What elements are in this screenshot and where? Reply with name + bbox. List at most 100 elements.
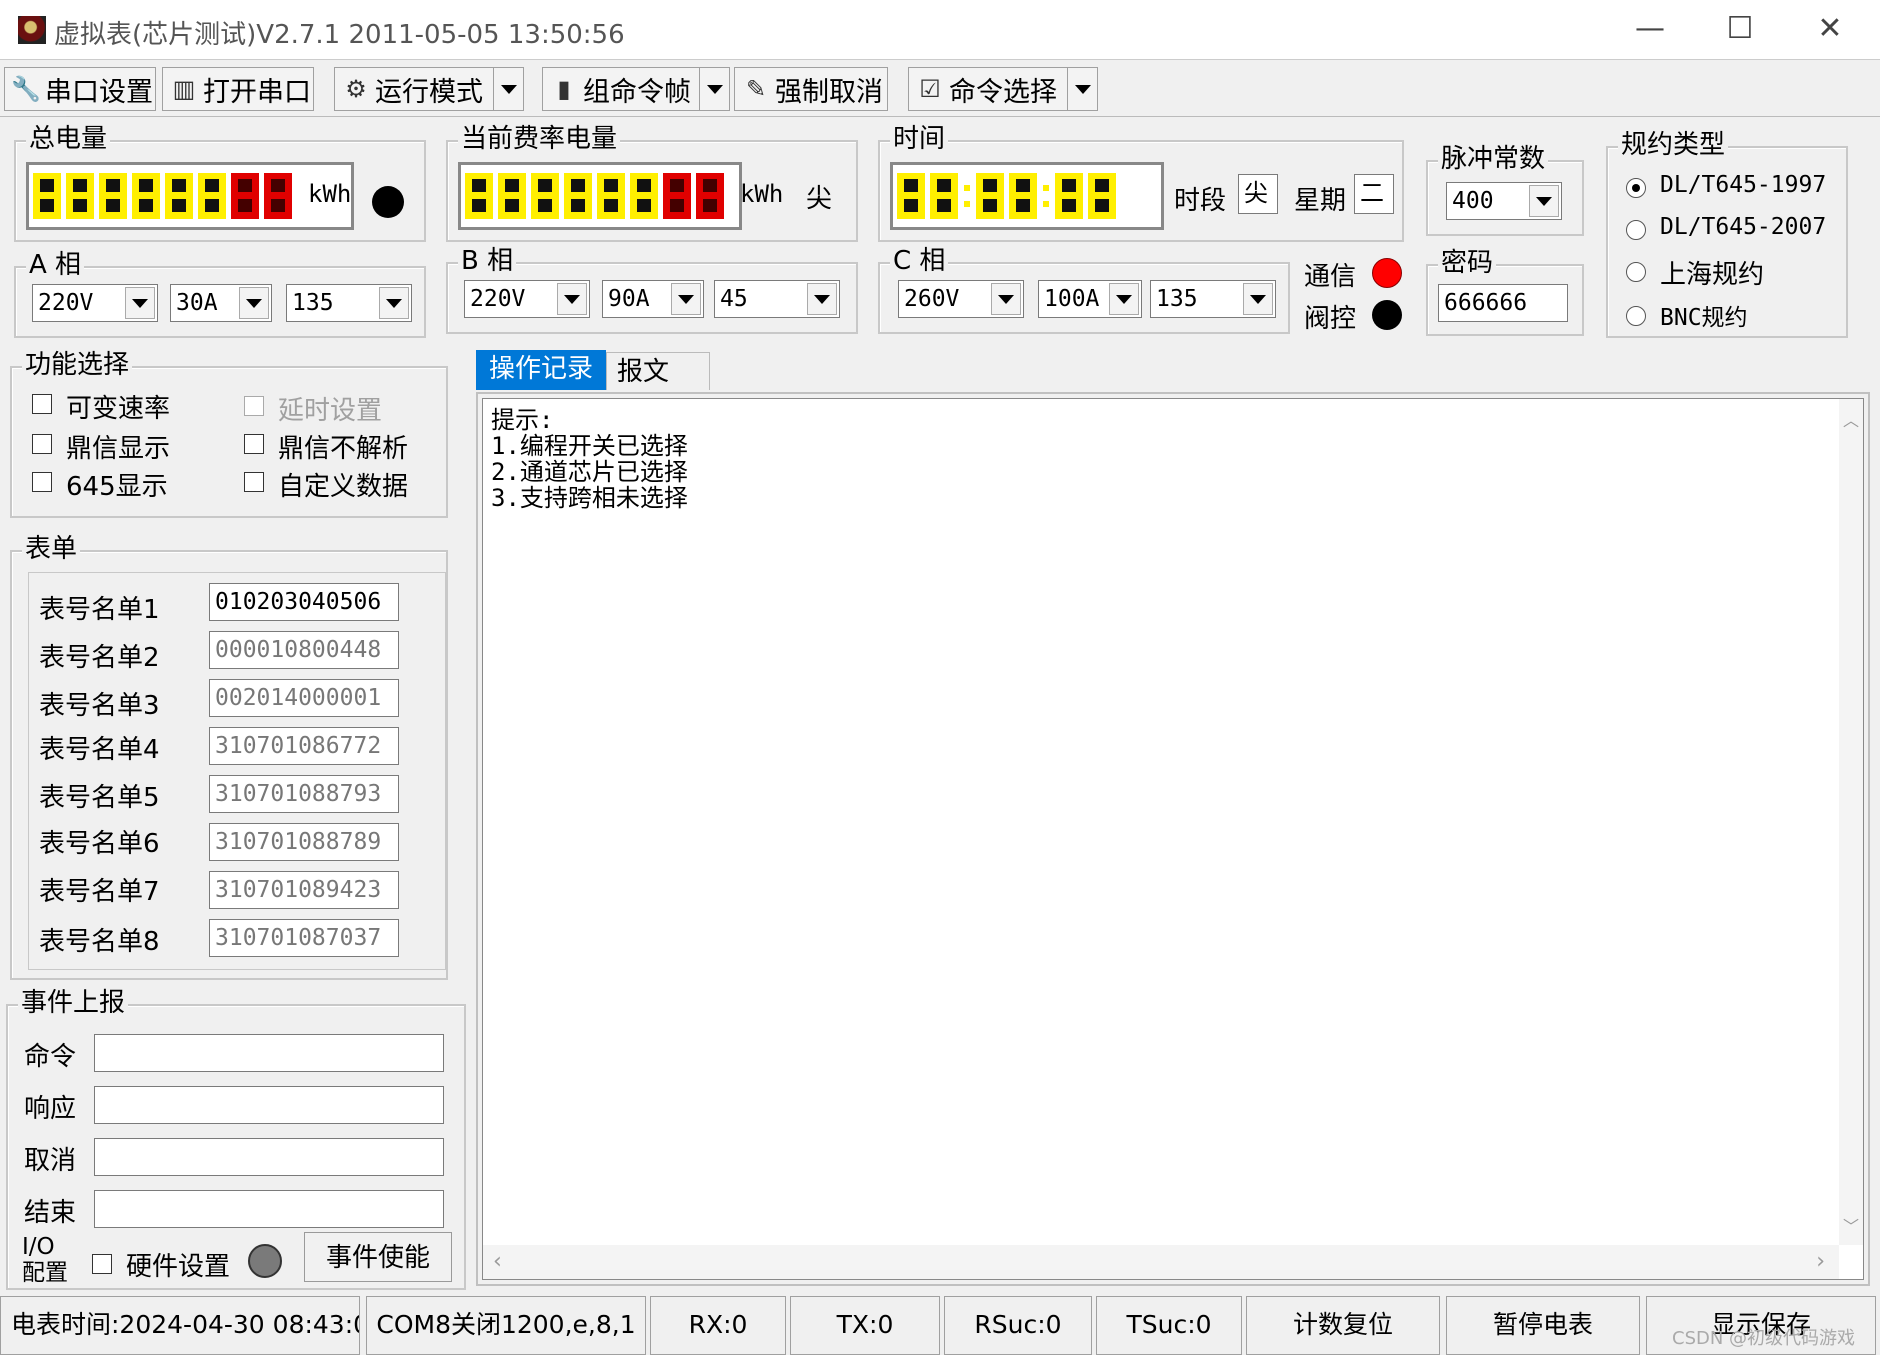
phase-b-current-select[interactable]: 90A bbox=[602, 280, 704, 318]
open-port-button[interactable]: ▥ 打开串口 bbox=[162, 67, 314, 111]
password-label: 密码 bbox=[1438, 248, 1497, 278]
flashlight-icon: ▮ bbox=[557, 75, 571, 103]
hardware-setting-checkbox[interactable] bbox=[92, 1254, 112, 1274]
chevron-down-icon[interactable] bbox=[379, 287, 409, 319]
phase-b-voltage-select[interactable]: 220V bbox=[464, 280, 590, 318]
chevron-down-icon[interactable] bbox=[557, 283, 587, 315]
meter-number-input[interactable]: 310701088789 bbox=[209, 823, 399, 861]
phase-b-voltage: 220V bbox=[470, 286, 526, 312]
port-status: COM8关闭1200,e,8,1 bbox=[366, 1296, 646, 1355]
pulse-label: 脉冲常数 bbox=[1438, 144, 1549, 174]
log-line: 3.支持跨相未选择 bbox=[491, 484, 688, 512]
delay-setting-checkbox[interactable] bbox=[244, 396, 264, 416]
phase-c-voltage-select[interactable]: 260V bbox=[898, 280, 1024, 318]
force-cancel-button[interactable]: ✎ 强制取消 bbox=[734, 67, 888, 111]
compose-frame-button[interactable]: ▮ 组命令帧 bbox=[542, 67, 730, 111]
chevron-down-icon[interactable] bbox=[1243, 283, 1273, 315]
event-command-label: 命令 bbox=[24, 1042, 77, 1072]
command-select-label: 命令选择 bbox=[949, 76, 1057, 108]
meter-number-input[interactable]: 310701089423 bbox=[209, 871, 399, 909]
event-end-input[interactable] bbox=[94, 1190, 444, 1228]
protocol-radio-bnc[interactable] bbox=[1626, 306, 1646, 326]
meter-name-label: 表号名单8 bbox=[39, 927, 160, 957]
checklist-icon: ☑ bbox=[919, 75, 941, 103]
serial-settings-button[interactable]: 🔧 串口设置 bbox=[4, 67, 156, 111]
chevron-down-icon[interactable] bbox=[671, 283, 701, 315]
meter-name-label: 表号名单5 bbox=[39, 783, 160, 813]
dingxin-noparse-checkbox[interactable] bbox=[244, 434, 264, 454]
protocol-radio-shanghai[interactable] bbox=[1626, 262, 1646, 282]
protocol-radio-1997[interactable] bbox=[1626, 178, 1646, 198]
chevron-down-icon[interactable] bbox=[699, 68, 729, 110]
time-label: 时间 bbox=[890, 124, 949, 154]
log-panel: 提示: 1.编程开关已选择 2.通道芯片已选择 3.支持跨相未选择 ︿ ﹀ ‹ … bbox=[476, 392, 1870, 1286]
phase-a-current-select[interactable]: 30A bbox=[170, 284, 272, 322]
phase-a-voltage-select[interactable]: 220V bbox=[32, 284, 158, 322]
password-input[interactable]: 666666 bbox=[1438, 284, 1568, 322]
event-enable-button[interactable]: 事件使能 bbox=[304, 1232, 452, 1282]
chevron-down-icon[interactable] bbox=[493, 68, 523, 110]
chevron-down-icon[interactable] bbox=[1529, 185, 1559, 217]
phase-a-angle-select[interactable]: 135 bbox=[286, 284, 412, 322]
event-command-input[interactable] bbox=[94, 1034, 444, 1072]
log-line: 1.编程开关已选择 bbox=[491, 432, 688, 460]
hardware-setting-label: 硬件设置 bbox=[126, 1252, 231, 1282]
dingxin-display-label: 鼎信显示 bbox=[66, 434, 171, 464]
reset-counter-button[interactable]: 计数复位 bbox=[1246, 1296, 1440, 1355]
dingxin-display-checkbox[interactable] bbox=[32, 434, 52, 454]
meter-name-label: 表号名单3 bbox=[39, 691, 160, 721]
function-group: 功能选择 可变速率 延时设置 鼎信显示 鼎信不解析 645显示 自定义数据 bbox=[10, 350, 448, 518]
status-dot bbox=[372, 186, 404, 218]
tab-operation-log[interactable]: 操作记录 bbox=[476, 350, 606, 390]
scroll-right-icon[interactable]: › bbox=[1816, 1249, 1825, 1274]
wrench-icon: 🔧 bbox=[11, 75, 41, 103]
chevron-down-icon[interactable] bbox=[807, 283, 837, 315]
protocol-radio-2007[interactable] bbox=[1626, 220, 1646, 240]
horizontal-scrollbar[interactable]: ‹ › bbox=[483, 1245, 1839, 1279]
meter-number-input[interactable]: 000010800448 bbox=[209, 631, 399, 669]
chevron-down-icon[interactable] bbox=[239, 287, 269, 319]
pause-meter-button[interactable]: 暂停电表 bbox=[1446, 1296, 1640, 1355]
maximize-button[interactable]: ☐ bbox=[1710, 6, 1770, 52]
phase-c-current-select[interactable]: 100A bbox=[1038, 280, 1142, 318]
tab-message[interactable]: 报文 bbox=[606, 352, 710, 390]
command-select-button[interactable]: ☑ 命令选择 bbox=[908, 67, 1098, 111]
meter-number-input[interactable]: 310701088793 bbox=[209, 775, 399, 813]
time-display bbox=[890, 162, 1164, 230]
event-response-input[interactable] bbox=[94, 1086, 444, 1124]
current-rate-label: 当前费率电量 bbox=[458, 124, 621, 154]
meter-number-input[interactable]: 310701087037 bbox=[209, 919, 399, 957]
gear-icon: ⚙ bbox=[345, 75, 367, 103]
phase-c-label: C 相 bbox=[890, 246, 949, 276]
phase-a-angle: 135 bbox=[292, 290, 334, 316]
protocol-group: 规约类型 DL/T645-1997 DL/T645-2007 上海规约 BNC规… bbox=[1606, 130, 1848, 338]
variable-rate-checkbox[interactable] bbox=[32, 394, 52, 414]
scroll-up-icon[interactable]: ︿ bbox=[1843, 407, 1859, 431]
meter-name-label: 表号名单7 bbox=[39, 877, 160, 907]
phase-a-label: A 相 bbox=[26, 250, 85, 280]
meter-number-input[interactable]: 310701086772 bbox=[209, 727, 399, 765]
display-645-checkbox[interactable] bbox=[32, 472, 52, 492]
meter-number-input[interactable]: 002014000001 bbox=[209, 679, 399, 717]
phase-c-angle-select[interactable]: 135 bbox=[1150, 280, 1276, 318]
compose-frame-label: 组命令帧 bbox=[583, 76, 691, 108]
pulse-select[interactable]: 400 bbox=[1446, 182, 1562, 220]
serial-settings-label: 串口设置 bbox=[45, 76, 153, 108]
events-label: 事件上报 bbox=[18, 988, 129, 1018]
minimize-button[interactable]: — bbox=[1620, 6, 1680, 52]
log-textarea[interactable]: 提示: 1.编程开关已选择 2.通道芯片已选择 3.支持跨相未选择 ︿ ﹀ ‹ … bbox=[482, 398, 1864, 1280]
window-title: 虚拟表(芯片测试)V2.7.1 2011-05-05 13:50:56 bbox=[54, 20, 625, 50]
run-mode-button[interactable]: ⚙ 运行模式 bbox=[334, 67, 524, 111]
event-cancel-input[interactable] bbox=[94, 1138, 444, 1176]
scroll-down-icon[interactable]: ﹀ bbox=[1843, 1213, 1859, 1237]
meter-number-input[interactable]: 010203040506 bbox=[209, 583, 399, 621]
chevron-down-icon[interactable] bbox=[991, 283, 1021, 315]
phase-b-angle-select[interactable]: 45 bbox=[714, 280, 840, 318]
scroll-left-icon[interactable]: ‹ bbox=[493, 1249, 502, 1274]
chevron-down-icon[interactable] bbox=[1067, 68, 1097, 110]
close-button[interactable]: ✕ bbox=[1800, 6, 1860, 52]
chevron-down-icon[interactable] bbox=[125, 287, 155, 319]
chevron-down-icon[interactable] bbox=[1109, 283, 1139, 315]
custom-data-checkbox[interactable] bbox=[244, 472, 264, 492]
vertical-scrollbar[interactable]: ︿ ﹀ bbox=[1839, 399, 1863, 1245]
